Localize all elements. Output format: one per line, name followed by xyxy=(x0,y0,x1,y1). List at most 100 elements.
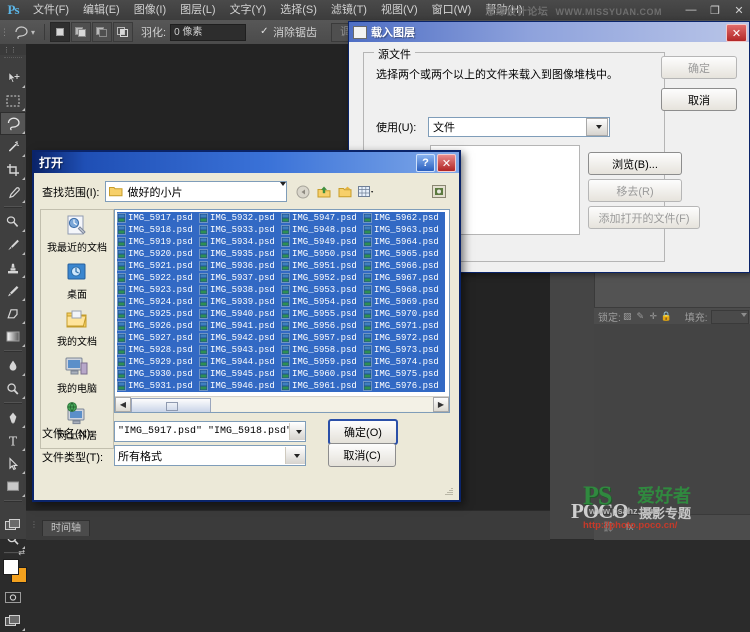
tools-icon[interactable] xyxy=(431,184,447,200)
add-to-selection-button[interactable] xyxy=(71,22,91,42)
layer-style-fx-icon[interactable]: fx xyxy=(626,522,634,533)
eraser-tool[interactable] xyxy=(0,302,26,325)
file-list-item[interactable]: IMG_5971.psd xyxy=(363,320,445,332)
file-list-item[interactable]: IMG_5955.psd xyxy=(281,308,363,320)
file-list-item[interactable]: IMG_5973.psd xyxy=(363,344,445,356)
views-icon[interactable] xyxy=(358,184,374,200)
scroll-left-arrow-icon[interactable]: ◀ xyxy=(115,397,131,412)
restore-button[interactable]: ❐ xyxy=(708,4,722,17)
history-brush-tool[interactable] xyxy=(0,279,26,302)
healing-brush-tool[interactable] xyxy=(0,210,26,233)
file-list-item[interactable]: IMG_5918.psd xyxy=(117,224,199,236)
clone-stamp-tool[interactable] xyxy=(0,256,26,279)
menu-help[interactable]: 帮助(H) xyxy=(478,0,529,20)
scroll-thumb[interactable] xyxy=(131,398,211,413)
menu-view[interactable]: 视图(V) xyxy=(374,0,425,20)
dodge-tool[interactable] xyxy=(0,377,26,400)
scroll-right-arrow-icon[interactable]: ▶ xyxy=(433,397,449,412)
file-list-item[interactable]: IMG_5968.psd xyxy=(363,284,445,296)
file-list-item[interactable]: IMG_5935.psd xyxy=(199,248,281,260)
lasso-tool[interactable] xyxy=(0,112,26,135)
open-dialog-close-button[interactable]: ✕ xyxy=(437,154,456,172)
eyedropper-tool[interactable] xyxy=(0,181,26,204)
file-list-item[interactable]: IMG_5967.psd xyxy=(363,272,445,284)
file-list-item[interactable]: IMG_5965.psd xyxy=(363,248,445,260)
menu-image[interactable]: 图像(I) xyxy=(127,0,173,20)
gradient-tool[interactable] xyxy=(0,325,26,348)
resize-grip-icon[interactable] xyxy=(441,484,453,496)
menu-layer[interactable]: 图层(L) xyxy=(173,0,222,20)
feather-input[interactable]: 0 像素 xyxy=(170,24,246,41)
screen-mode-bottom-button[interactable] xyxy=(0,510,26,539)
file-list-item[interactable]: IMG_5956.psd xyxy=(281,320,363,332)
back-icon[interactable] xyxy=(295,184,311,200)
file-list-item[interactable]: IMG_5938.psd xyxy=(199,284,281,296)
antialias-checkbox[interactable]: ✓ 消除锯齿 xyxy=(260,24,317,40)
help-button[interactable]: ? xyxy=(416,154,435,172)
file-list-item[interactable]: IMG_5975.psd xyxy=(363,368,445,380)
file-list-item[interactable]: IMG_5932.psd xyxy=(199,212,281,224)
menu-file[interactable]: 文件(F) xyxy=(26,0,76,20)
file-list-item[interactable]: IMG_5962.psd xyxy=(363,212,445,224)
menu-window[interactable]: 窗口(W) xyxy=(425,0,479,20)
subtract-from-selection-button[interactable] xyxy=(92,22,112,42)
new-selection-button[interactable] xyxy=(50,22,70,42)
load-layers-titlebar[interactable]: 载入图层 ✕ xyxy=(349,22,749,42)
file-list-item[interactable]: IMG_5957.psd xyxy=(281,332,363,344)
file-list-item[interactable]: IMG_5941.psd xyxy=(199,320,281,332)
scroll-track[interactable] xyxy=(131,398,433,411)
open-dialog-titlebar[interactable]: 打开 ? ✕ xyxy=(34,152,459,173)
file-list-item[interactable]: IMG_5937.psd xyxy=(199,272,281,284)
use-dropdown[interactable]: 文件 xyxy=(428,117,610,137)
menu-filter[interactable]: 滤镜(T) xyxy=(324,0,374,20)
filetype-chevron-down-icon[interactable] xyxy=(285,447,305,464)
file-list-item[interactable]: IMG_5966.psd xyxy=(363,260,445,272)
file-list-item[interactable]: IMG_5942.psd xyxy=(199,332,281,344)
file-list-item[interactable]: IMG_5917.psd xyxy=(117,212,199,224)
file-list-item[interactable]: IMG_5922.psd xyxy=(117,272,199,284)
close-button[interactable]: ✕ xyxy=(732,4,746,17)
rectangular-marquee-tool[interactable] xyxy=(0,89,26,112)
file-list-item[interactable]: IMG_5972.psd xyxy=(363,332,445,344)
file-list-item[interactable]: IMG_5953.psd xyxy=(281,284,363,296)
open-dialog-ok-button[interactable]: 确定(O) xyxy=(328,419,398,445)
file-list-item[interactable]: IMG_5950.psd xyxy=(281,248,363,260)
file-list-item[interactable]: IMG_5943.psd xyxy=(199,344,281,356)
file-list-item[interactable]: IMG_5940.psd xyxy=(199,308,281,320)
file-list-item[interactable]: IMG_5928.psd xyxy=(117,344,199,356)
file-list-item[interactable]: IMG_5939.psd xyxy=(199,296,281,308)
file-list-item[interactable]: IMG_5976.psd xyxy=(363,380,445,392)
menu-type[interactable]: 文字(Y) xyxy=(223,0,274,20)
file-list-item[interactable]: IMG_5929.psd xyxy=(117,356,199,368)
file-list-item[interactable]: IMG_5919.psd xyxy=(117,236,199,248)
file-list-item[interactable]: IMG_5934.psd xyxy=(199,236,281,248)
look-in-chevron-down-icon[interactable] xyxy=(280,186,286,198)
link-layers-icon[interactable]: ⛓ xyxy=(602,522,615,533)
file-list-item[interactable]: IMG_5946.psd xyxy=(199,380,281,392)
place-my-computer[interactable]: 我的电脑 xyxy=(41,351,113,398)
file-list-item[interactable]: IMG_5952.psd xyxy=(281,272,363,284)
look-in-dropdown[interactable]: 做好的小片 xyxy=(105,181,287,202)
toolbox-handle[interactable]: ⋮⋮ xyxy=(0,44,26,55)
type-tool[interactable]: T xyxy=(0,429,26,452)
foreground-color-swatch[interactable] xyxy=(3,559,19,575)
color-swatches[interactable]: ⇄ xyxy=(0,556,26,586)
filetype-dropdown[interactable]: 所有格式 xyxy=(114,445,306,466)
file-list-item[interactable]: IMG_5964.psd xyxy=(363,236,445,248)
new-folder-icon[interactable] xyxy=(337,184,353,200)
file-list-item[interactable]: IMG_5930.psd xyxy=(117,368,199,380)
filename-chevron-down-icon[interactable] xyxy=(289,423,305,440)
place-my-documents[interactable]: 我的文档 xyxy=(41,304,113,351)
file-list-item[interactable]: IMG_5963.psd xyxy=(363,224,445,236)
pen-tool[interactable] xyxy=(0,406,26,429)
file-list-item[interactable]: IMG_5958.psd xyxy=(281,344,363,356)
layers-list[interactable] xyxy=(594,324,750,514)
rectangle-tool[interactable] xyxy=(0,475,26,498)
file-list-view[interactable]: IMG_5917.psdIMG_5918.psdIMG_5919.psdIMG_… xyxy=(114,209,450,413)
file-list-item[interactable]: IMG_5961.psd xyxy=(281,380,363,392)
quick-mask-toggle[interactable] xyxy=(0,586,26,609)
path-selection-tool[interactable] xyxy=(0,452,26,475)
file-list-horizontal-scrollbar[interactable]: ◀ ▶ xyxy=(115,396,449,412)
blur-tool[interactable] xyxy=(0,354,26,377)
magic-wand-tool[interactable] xyxy=(0,135,26,158)
